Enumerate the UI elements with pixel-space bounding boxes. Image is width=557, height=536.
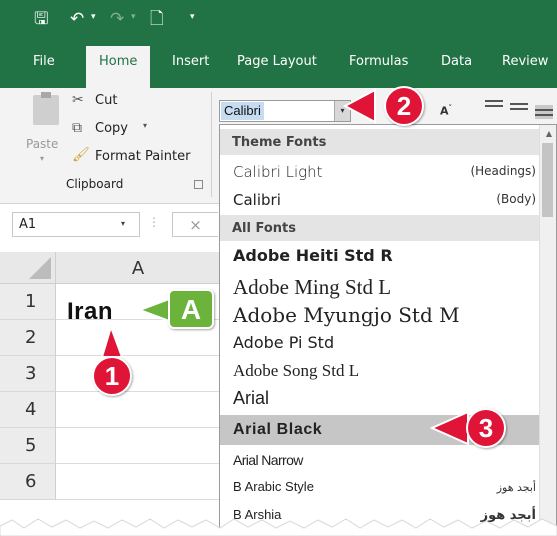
font-item-adobe-song[interactable]: Adobe Song Std L: [233, 361, 359, 381]
font-item-adobe-myungjo[interactable]: Adobe Myungjo Std M: [233, 303, 460, 327]
font-item-arial-black[interactable]: Arial Black: [233, 421, 322, 439]
copy-button[interactable]: Copy: [95, 121, 128, 136]
scissors-icon: ✂: [72, 92, 84, 108]
font-list-scrollbar[interactable]: ▲: [539, 125, 556, 535]
font-item-calibri-light[interactable]: Calibri Light: [233, 163, 323, 181]
row-header-5[interactable]: 5: [0, 428, 56, 464]
name-box[interactable]: A1 ▾: [12, 212, 140, 237]
tab-insert[interactable]: Insert: [172, 54, 209, 69]
format-painter-icon: 🖌: [72, 147, 90, 163]
font-sample-b-arabic-style: أبجد هوز: [496, 481, 536, 494]
font-name-value[interactable]: Calibri: [221, 102, 264, 120]
clipboard-group-label: Clipboard: [66, 177, 124, 191]
copy-icon: ⧉: [72, 120, 82, 136]
font-item-calibri[interactable]: Calibri: [233, 191, 281, 209]
undo-icon[interactable]: ↶: [70, 9, 84, 29]
save-icon[interactable]: 🖫: [34, 9, 48, 29]
font-item-adobe-pi[interactable]: Adobe Pi Std: [233, 333, 334, 352]
select-all-corner[interactable]: [0, 252, 56, 284]
font-item-adobe-ming[interactable]: Adobe Ming Std L: [233, 275, 391, 300]
name-box-dropdown-icon[interactable]: ▾: [121, 219, 125, 228]
font-tag-body: (Body): [496, 192, 536, 206]
tab-data[interactable]: Data: [441, 54, 472, 69]
tab-formulas[interactable]: Formulas: [349, 54, 408, 69]
row-header-1[interactable]: 1: [0, 284, 56, 320]
row-header-2[interactable]: 2: [0, 320, 56, 356]
scrollbar-thumb[interactable]: [542, 143, 553, 217]
decrease-font-size-icon[interactable]: A˅: [440, 104, 452, 118]
callout-3-badge: 3: [466, 408, 506, 448]
all-fonts-header: All Fonts: [220, 215, 541, 241]
torn-edge: [0, 518, 557, 536]
row-header-6[interactable]: 6: [0, 464, 56, 500]
align-middle-icon[interactable]: [510, 103, 528, 117]
undo-dropdown-icon[interactable]: ▾: [91, 12, 96, 22]
clipboard-launcher-icon[interactable]: [194, 180, 203, 189]
font-item-arial-narrow[interactable]: Arial Narrow: [233, 452, 303, 468]
font-item-adobe-heiti[interactable]: Adobe Heiti Std R: [233, 246, 393, 265]
row-header-4[interactable]: 4: [0, 392, 56, 428]
group-separator: [211, 92, 212, 197]
callout-2-badge: 2: [384, 86, 424, 126]
customize-qat-icon[interactable]: ▾: [190, 12, 195, 22]
tab-page-layout[interactable]: Page Layout: [237, 54, 317, 69]
paste-icon[interactable]: [33, 92, 59, 125]
format-painter-button[interactable]: Format Painter: [95, 149, 190, 164]
row-header-3[interactable]: 3: [0, 356, 56, 392]
column-header-a[interactable]: A: [56, 252, 220, 284]
cell-a5[interactable]: [56, 428, 220, 464]
redo-icon: ↷: [110, 9, 125, 29]
cell-a6[interactable]: [56, 464, 220, 500]
font-name-combobox[interactable]: Calibri ▾: [219, 100, 351, 122]
tab-home[interactable]: Home: [86, 46, 151, 88]
formula-bar-grip-icon: ⋮: [148, 215, 160, 229]
font-item-b-arabic-style[interactable]: B Arabic Style: [233, 479, 314, 494]
font-dropdown-list: Theme Fonts Calibri Light (Headings) Cal…: [219, 124, 557, 536]
ribbon-tabs: File Home Insert Page Layout Formulas Da…: [0, 38, 557, 88]
new-document-icon[interactable]: 🗋: [150, 9, 164, 29]
font-dropdown-arrow-icon[interactable]: ▾: [334, 101, 350, 121]
redo-dropdown-icon: ▾: [131, 12, 136, 22]
font-item-arial[interactable]: Arial: [233, 388, 269, 409]
cell-a1-value: Iran: [67, 298, 114, 325]
name-box-value[interactable]: A1: [19, 217, 36, 232]
tab-review[interactable]: Review: [502, 54, 548, 69]
paste-button[interactable]: Paste: [26, 137, 58, 151]
tab-file[interactable]: File: [33, 54, 55, 69]
paste-dropdown-icon[interactable]: ▾: [40, 154, 44, 163]
cancel-entry-button[interactable]: ×: [172, 212, 218, 237]
scroll-up-icon[interactable]: ▲: [546, 129, 552, 138]
cell-a4[interactable]: [56, 392, 220, 428]
callout-a-badge: A: [168, 289, 214, 329]
align-bottom-icon[interactable]: [535, 105, 553, 119]
align-top-icon[interactable]: [485, 100, 503, 114]
callout-1-badge: 1: [92, 356, 132, 396]
theme-fonts-header: Theme Fonts: [220, 129, 541, 155]
copy-dropdown-icon[interactable]: ▾: [143, 121, 147, 130]
title-bar: 🖫 ↶ ▾ ↷ ▾ 🗋 ▾: [0, 0, 557, 38]
cut-button[interactable]: Cut: [95, 93, 117, 108]
font-tag-headings: (Headings): [470, 164, 536, 178]
cell-a3[interactable]: [56, 356, 220, 392]
